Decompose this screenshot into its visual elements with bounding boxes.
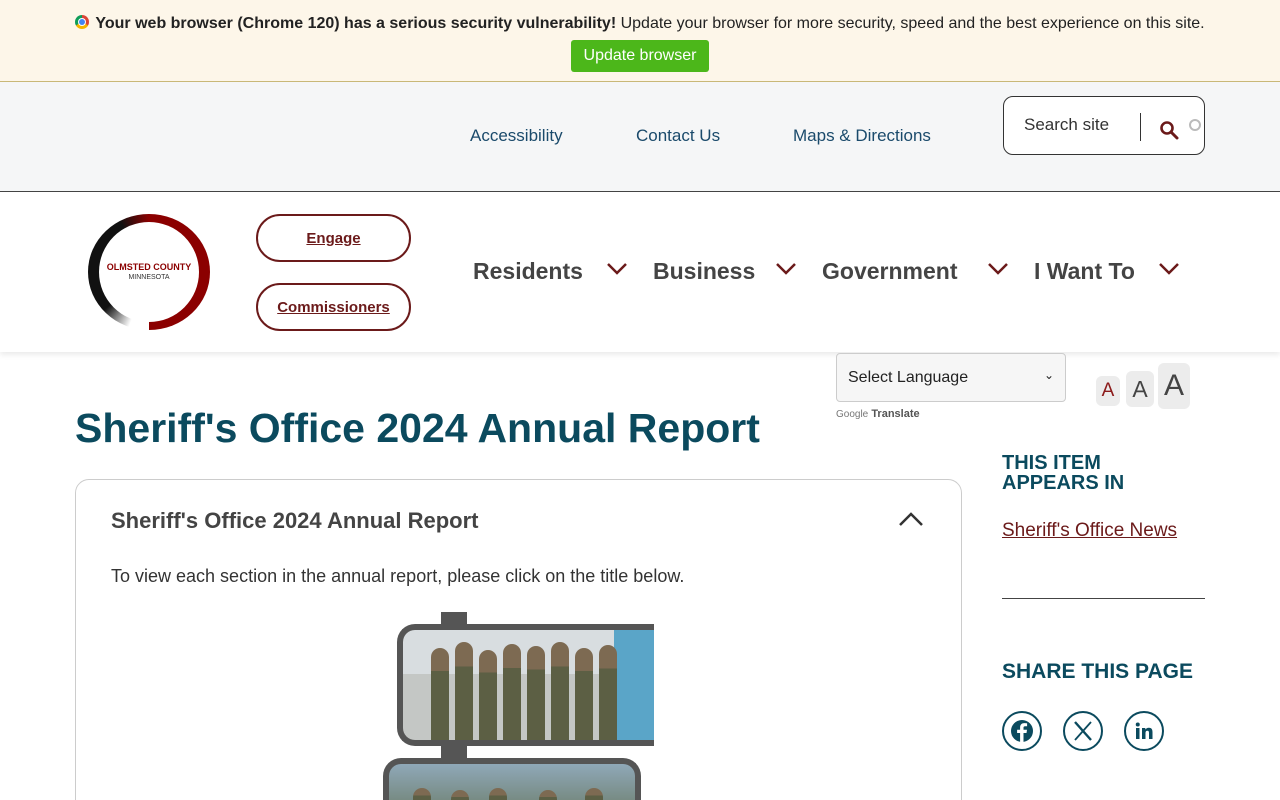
deputies-group-photo xyxy=(397,624,654,746)
chevron-down-icon[interactable] xyxy=(606,262,628,276)
photo-person xyxy=(451,790,469,800)
search-input[interactable] xyxy=(1024,115,1139,135)
chevron-down-icon[interactable] xyxy=(1158,262,1180,276)
main-header: OLMSTED COUNTY MINNESOTA Engage Commissi… xyxy=(0,192,1280,352)
sidebar-divider xyxy=(1002,598,1205,599)
chevron-up-icon[interactable] xyxy=(898,510,924,528)
facebook-icon[interactable] xyxy=(1002,711,1042,751)
accordion-title[interactable]: Sheriff's Office 2024 Annual Report xyxy=(111,508,479,534)
font-size-large-button[interactable]: A xyxy=(1158,363,1190,409)
photo-person xyxy=(455,642,473,740)
banner-warning: Your web browser (Chrome 120) has a seri… xyxy=(95,15,617,32)
share-heading: SHARE THIS PAGE xyxy=(1002,660,1193,683)
photo-person xyxy=(489,788,507,800)
font-size-medium-button[interactable]: A xyxy=(1126,371,1154,407)
nav-residents[interactable]: Residents xyxy=(473,258,583,285)
search-box xyxy=(1003,96,1205,155)
chevron-down-icon[interactable] xyxy=(775,262,797,276)
accordion-description: To view each section in the annual repor… xyxy=(111,566,685,586)
contact-us-link[interactable]: Contact Us xyxy=(636,126,720,146)
sheriffs-office-news-link[interactable]: Sheriff's Office News xyxy=(1002,518,1182,544)
nav-i-want-to[interactable]: I Want To xyxy=(1034,258,1135,285)
logo-county-text: OLMSTED COUNTY xyxy=(106,262,192,272)
chevron-down-icon: ⌄ xyxy=(1044,368,1055,382)
chevron-down-icon[interactable] xyxy=(987,262,1009,276)
nav-business[interactable]: Business xyxy=(653,258,755,285)
update-browser-button[interactable]: Update browser xyxy=(571,40,709,72)
engage-button[interactable]: Engage xyxy=(256,214,411,262)
utility-bar: Accessibility Contact Us Maps & Directio… xyxy=(0,82,1280,192)
language-select-label: Select Language xyxy=(848,369,969,386)
commissioners-button[interactable]: Commissioners xyxy=(256,283,411,331)
search-divider xyxy=(1140,113,1141,141)
language-select[interactable]: Select Language ⌄ xyxy=(836,353,1066,402)
photo-person xyxy=(539,790,557,800)
photo-person xyxy=(479,650,497,740)
font-size-small-button[interactable]: A xyxy=(1096,376,1120,406)
page-title: Sheriff's Office 2024 Annual Report xyxy=(75,405,760,451)
maps-directions-link[interactable]: Maps & Directions xyxy=(793,126,931,146)
photo-person xyxy=(431,648,449,740)
translate-text: Translate xyxy=(871,408,920,420)
banner-detail: Update your browser for more security, s… xyxy=(616,15,1205,32)
photo-person xyxy=(551,642,569,740)
powered-by-google-translate[interactable]: Google Translate xyxy=(836,408,920,420)
x-icon[interactable] xyxy=(1063,711,1103,751)
logo-inner-circle xyxy=(99,222,199,322)
photo-person xyxy=(585,788,603,800)
accessibility-link[interactable]: Accessibility xyxy=(470,126,563,146)
photo-person xyxy=(503,644,521,740)
photo-person xyxy=(575,648,593,740)
linkedin-icon[interactable] xyxy=(1124,711,1164,751)
chrome-icon xyxy=(75,15,90,29)
search-icon[interactable] xyxy=(1159,120,1179,140)
logo-state-text: MINNESOTA xyxy=(128,274,170,281)
photo-person xyxy=(599,645,617,740)
banner-message: Your web browser (Chrome 120) has a seri… xyxy=(0,15,1280,33)
google-logo-text: Google xyxy=(836,409,869,420)
photo-person xyxy=(527,646,545,740)
deputies-vehicle-photo xyxy=(383,758,641,800)
county-logo[interactable]: OLMSTED COUNTY MINNESOTA xyxy=(88,214,210,330)
photo-person xyxy=(413,788,431,800)
loading-spinner-icon xyxy=(1189,119,1201,131)
appears-in-heading: THIS ITEM APPEARS IN xyxy=(1002,452,1125,494)
browser-update-banner: Your web browser (Chrome 120) has a seri… xyxy=(0,0,1280,82)
nav-government[interactable]: Government xyxy=(822,258,957,285)
